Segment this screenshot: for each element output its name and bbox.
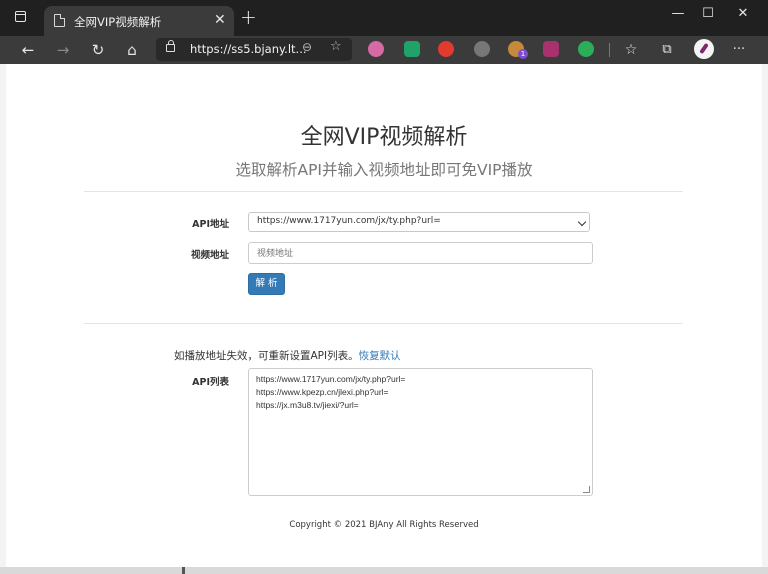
api-list-line: https://www.1717yun.com/jx/ty.php?url= [256, 374, 406, 384]
bilibili-extension-icon[interactable] [543, 41, 559, 57]
tab-close-icon[interactable]: ✕ [214, 12, 226, 28]
video-address-label: 视频地址 [190, 250, 229, 261]
note-extension-icon[interactable] [404, 41, 420, 57]
copyright-text: Copyright © 2021 BJAny All Rights Reserv… [289, 520, 479, 530]
add-favorite-icon[interactable]: ☆ [330, 39, 342, 54]
tab-actions-icon[interactable] [15, 11, 26, 22]
tab-active[interactable]: 全网VIP视频解析 ✕ [44, 6, 234, 36]
api-list-label: API列表 [192, 377, 229, 388]
chevron-down-icon [577, 217, 587, 227]
favorites-icon[interactable]: ☆ [620, 39, 642, 61]
video-address-input[interactable] [248, 242, 593, 264]
maximize-button[interactable]: ☐ [692, 4, 724, 24]
refresh-button[interactable]: ↻ [87, 39, 109, 61]
close-window-button[interactable]: ✕ [727, 4, 759, 24]
api-list-textarea[interactable]: https://www.1717yun.com/jx/ty.php?url= h… [248, 368, 593, 496]
back-button[interactable]: ← [17, 39, 39, 61]
toolbar-divider [609, 43, 610, 57]
forward-button[interactable]: → [52, 39, 74, 61]
new-tab-button[interactable]: + [240, 6, 257, 28]
spider-extension-icon[interactable] [474, 41, 490, 57]
page-subtitle: 选取解析API并输入视频地址即可免VIP播放 [235, 161, 533, 179]
lock-icon[interactable] [166, 40, 175, 52]
api-select-value: https://www.1717yun.com/jx/ty.php?url= [257, 216, 441, 226]
resize-handle[interactable] [583, 486, 590, 493]
api-list-line: https://www.kpezp.cn/jlexi.php?url= [256, 387, 389, 397]
browser-toolbar: ← → ↻ ⌂ https://ss5.bjany.lt... ⊖ ☆ 1 ☆ … [0, 36, 768, 64]
api-address-label: API地址 [192, 219, 229, 230]
minimize-button[interactable]: — [662, 4, 694, 24]
page-title: 全网VIP视频解析 [300, 125, 468, 150]
divider [84, 191, 683, 192]
cat-extension-icon[interactable] [368, 41, 384, 57]
parse-button[interactable]: 解 析 [248, 273, 285, 295]
reset-default-link[interactable]: 恢复默认 [359, 350, 401, 362]
collections-icon[interactable]: ⧉ [656, 39, 678, 61]
page-favicon-icon [54, 14, 65, 27]
divider [84, 323, 683, 324]
api-hint: 如播放地址失效，可重新设置API列表。恢复默认 [174, 348, 401, 363]
page-viewport: 全网VIP视频解析 选取解析API并输入视频地址即可免VIP播放 API地址 h… [6, 64, 762, 567]
title-bar: 全网VIP视频解析 ✕ + — ☐ ✕ [0, 0, 768, 36]
api-select[interactable]: https://www.1717yun.com/jx/ty.php?url= [248, 212, 590, 232]
search-extension-icon[interactable] [578, 41, 594, 57]
tab-title: 全网VIP视频解析 [74, 15, 162, 29]
api-hint-text: 如播放地址失效，可重新设置API列表。 [174, 350, 359, 362]
home-button[interactable]: ⌂ [121, 39, 143, 61]
extension-badge: 1 [518, 49, 528, 59]
window-bottom-edge [0, 567, 768, 574]
shield-extension-icon[interactable] [438, 41, 454, 57]
profile-avatar[interactable] [694, 39, 714, 59]
zoom-out-icon[interactable]: ⊖ [302, 40, 312, 54]
address-bar[interactable]: https://ss5.bjany.lt... ⊖ ☆ [156, 38, 352, 61]
api-list-line: https://jx.m3u8.tv/jiexi/?url= [256, 400, 359, 410]
url-text[interactable]: https://ss5.bjany.lt... [190, 42, 307, 56]
more-menu-icon[interactable]: ··· [728, 39, 750, 61]
